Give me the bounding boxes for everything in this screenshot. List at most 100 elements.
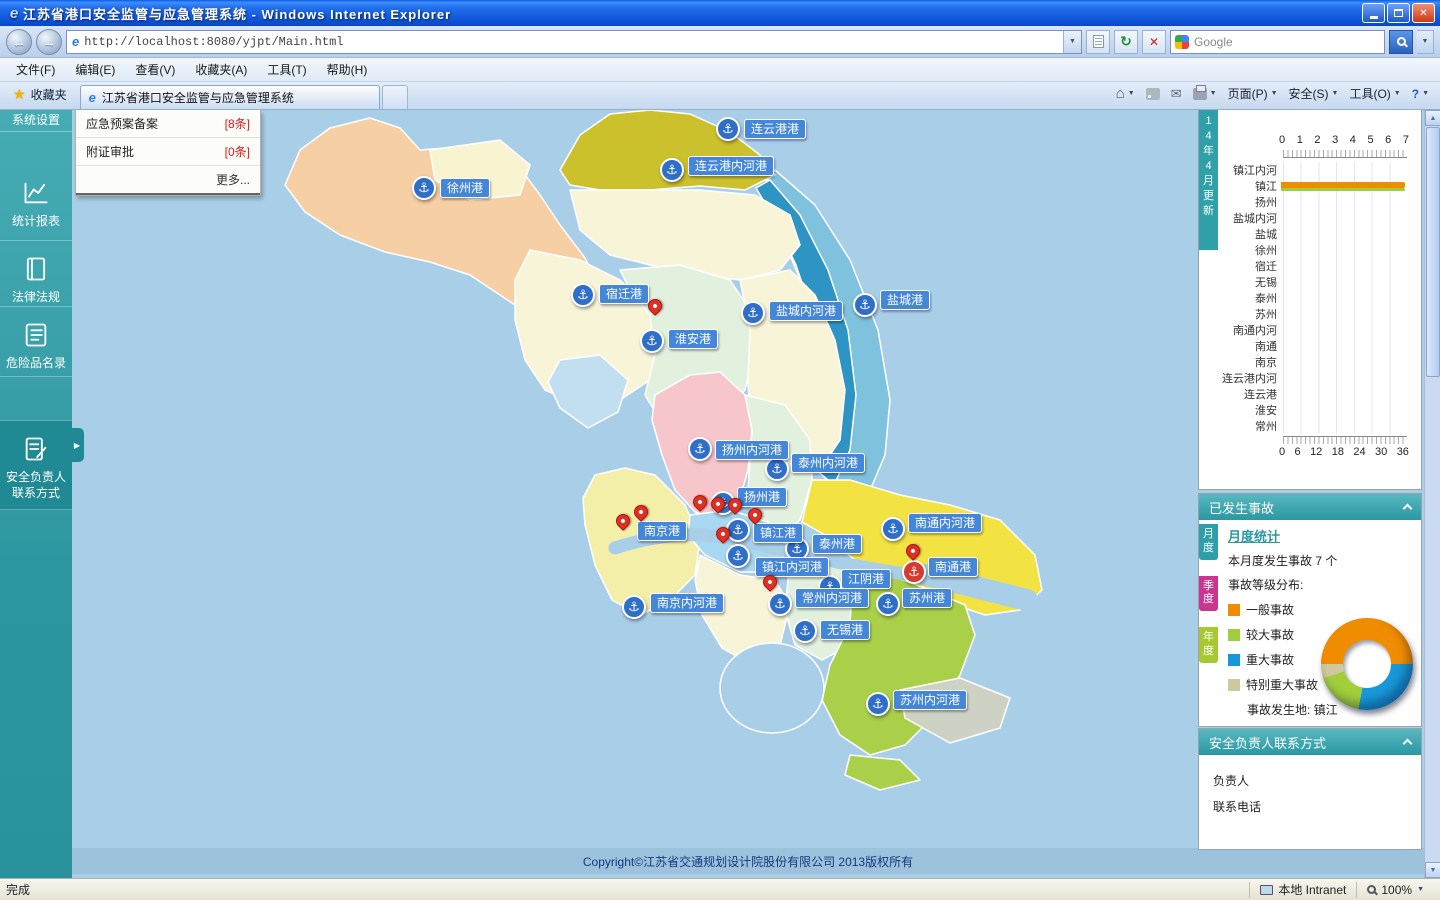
favorites-button[interactable]: ★ 收藏夹 — [4, 82, 76, 107]
menu-item[interactable]: 查看(V) — [125, 58, 185, 81]
search-placeholder-text[interactable]: Google — [1194, 35, 1384, 49]
collapse-chevron-icon[interactable] — [1402, 503, 1413, 514]
zoom-control[interactable]: 100% ▼ — [1356, 881, 1434, 898]
port-label[interactable]: 无锡港 — [820, 620, 871, 640]
print-button[interactable]: ▼ — [1188, 84, 1222, 104]
scroll-down-button[interactable]: ▼ — [1425, 862, 1440, 878]
location-pin-icon[interactable] — [631, 502, 651, 522]
chart-plot-cell — [1281, 274, 1405, 290]
menu-item[interactable]: 编辑(E) — [65, 58, 125, 81]
port-label[interactable]: 淮安港 — [668, 329, 719, 349]
port-marker-anchor-icon[interactable]: ⚓ — [640, 329, 664, 353]
port-label[interactable]: 扬州内河港 — [715, 440, 790, 460]
port-label[interactable]: 镇江港 — [753, 523, 804, 543]
page-menu-button[interactable]: 页面(P) ▼ — [1223, 81, 1283, 106]
port-label[interactable]: 江阴港 — [841, 569, 892, 589]
search-input[interactable]: Google — [1170, 29, 1385, 54]
close-button[interactable]: ✕ — [1412, 3, 1435, 23]
port-label[interactable]: 南通港 — [928, 557, 979, 577]
minimize-button[interactable] — [1362, 3, 1385, 23]
menu-item[interactable]: 文件(F) — [6, 58, 65, 81]
port-label[interactable]: 南通内河港 — [908, 513, 983, 533]
sidebar-item-system-settings[interactable]: 系统设置 — [0, 110, 72, 132]
port-marker-anchor-icon[interactable]: ⚓ — [741, 301, 765, 325]
port-marker-anchor-icon[interactable]: ⚓ — [876, 592, 900, 616]
vertical-scrollbar[interactable]: ▲ ▼ — [1424, 110, 1440, 878]
port-label[interactable]: 宿迁港 — [599, 284, 650, 304]
port-marker-anchor-icon[interactable]: ⚓ — [866, 692, 890, 716]
contacts-panel-header[interactable]: 安全负责人联系方式 — [1199, 729, 1421, 755]
port-marker-anchor-icon[interactable]: ⚓ — [716, 117, 740, 141]
accident-period-tab[interactable]: 季度 — [1199, 575, 1218, 611]
sidebar-item-dangerous-goods[interactable]: 危险品名录 — [0, 307, 72, 377]
feeds-button[interactable] — [1141, 84, 1165, 104]
port-marker-anchor-icon[interactable]: ⚓ — [765, 457, 789, 481]
port-label[interactable]: 南京内河港 — [650, 593, 725, 613]
address-input[interactable]: e http://localhost:8080/yjpt/Main.html ▼ — [66, 29, 1082, 54]
sidebar-item-safety-contacts[interactable]: 安全负责人 联系方式 — [0, 420, 72, 510]
port-label[interactable]: 常州内河港 — [795, 588, 870, 608]
address-dropdown-button[interactable]: ▼ — [1063, 30, 1081, 53]
scrollbar-thumb[interactable] — [1426, 127, 1440, 377]
collapse-chevron-icon[interactable] — [1402, 738, 1413, 749]
scroll-up-button[interactable]: ▲ — [1425, 110, 1440, 126]
menu-item[interactable]: 帮助(H) — [317, 58, 378, 81]
quick-row-emergency-plan[interactable]: 应急预案备案 [8条] — [76, 110, 260, 138]
sidebar-item-statistics[interactable]: 统计报表 — [0, 165, 72, 241]
search-dropdown-button[interactable]: ▼ — [1417, 29, 1434, 54]
home-button[interactable]: ⌂ ▼ — [1111, 81, 1140, 106]
tools-menu-button[interactable]: 工具(O) ▼ — [1344, 81, 1405, 106]
port-label[interactable]: 徐州港 — [440, 178, 491, 198]
port-label[interactable]: 盐城港 — [880, 290, 931, 310]
tab-active[interactable]: e 江苏省港口安全监管与应急管理系统 — [79, 85, 380, 109]
maximize-button[interactable] — [1387, 3, 1410, 23]
menu-item[interactable]: 收藏夹(A) — [185, 58, 257, 81]
port-label[interactable]: 泰州港 — [812, 534, 863, 554]
quick-row-certificate-approval[interactable]: 附证审批 [0条] — [76, 138, 260, 166]
sidebar-expand-arrow[interactable]: ▶ — [70, 428, 84, 462]
accident-period-tab[interactable]: 月度 — [1199, 524, 1218, 560]
quick-more-link[interactable]: 更多... — [76, 166, 260, 195]
port-label[interactable]: 苏州内河港 — [893, 690, 968, 710]
read-mail-button[interactable]: ✉ — [1166, 82, 1187, 106]
accidents-panel-header[interactable]: 已发生事故 — [1199, 494, 1421, 520]
compatibility-view-button[interactable] — [1086, 29, 1110, 54]
help-button[interactable]: ? ▼ — [1407, 83, 1434, 105]
location-pin-icon[interactable] — [690, 492, 710, 512]
sidebar-item-laws[interactable]: 法律法规 — [0, 241, 72, 307]
port-label[interactable]: 连云港内河港 — [688, 156, 775, 176]
forward-button[interactable]: → — [36, 28, 62, 55]
port-marker-anchor-icon[interactable]: ⚓ — [768, 592, 792, 616]
location-pin-icon[interactable] — [745, 505, 765, 525]
back-button[interactable]: ← — [6, 28, 32, 55]
port-marker-anchor-icon[interactable]: ⚓ — [660, 158, 684, 182]
port-marker-anchor-icon[interactable]: ⚓ — [853, 293, 877, 317]
search-button[interactable] — [1389, 29, 1413, 54]
port-label[interactable]: 苏州港 — [902, 588, 953, 608]
port-label[interactable]: 泰州内河港 — [791, 453, 866, 473]
port-label[interactable]: 南京港 — [637, 521, 688, 541]
stop-button[interactable]: ✕ — [1142, 29, 1166, 54]
port-marker-anchor-icon[interactable]: ⚓ — [726, 544, 750, 568]
port-marker-anchor-icon[interactable]: ⚓ — [881, 517, 905, 541]
port-marker-anchor-icon[interactable]: ⚓ — [726, 518, 750, 542]
menu-item[interactable]: 工具(T) — [257, 58, 316, 81]
port-label[interactable]: 扬州港 — [737, 487, 788, 507]
port-marker-anchor-icon[interactable]: ⚓ — [571, 283, 595, 307]
safety-menu-button[interactable]: 安全(S) ▼ — [1284, 81, 1344, 106]
port-marker-anchor-icon[interactable]: ⚓ — [412, 176, 436, 200]
port-label[interactable]: 连云港港 — [744, 119, 807, 139]
port-marker-anchor-icon[interactable]: ⚓ — [688, 437, 712, 461]
port-marker-anchor-icon[interactable]: ⚓ — [622, 595, 646, 619]
port-marker-anchor-icon[interactable]: ⚓ — [902, 560, 926, 584]
location-pin-icon[interactable] — [903, 541, 923, 561]
new-tab-stub[interactable] — [381, 85, 408, 109]
port-label[interactable]: 盐城内河港 — [769, 301, 844, 321]
port-marker-anchor-icon[interactable]: ⚓ — [793, 619, 817, 643]
refresh-button[interactable]: ↻ — [1114, 29, 1138, 54]
url-text[interactable]: http://localhost:8080/yjpt/Main.html — [84, 35, 1058, 49]
accident-period-tab[interactable]: 年度 — [1199, 627, 1218, 663]
contacts-panel-title: 安全负责人联系方式 — [1209, 735, 1327, 751]
port-pin-icon[interactable] — [613, 511, 633, 531]
port-label[interactable]: 镇江内河港 — [755, 557, 830, 577]
